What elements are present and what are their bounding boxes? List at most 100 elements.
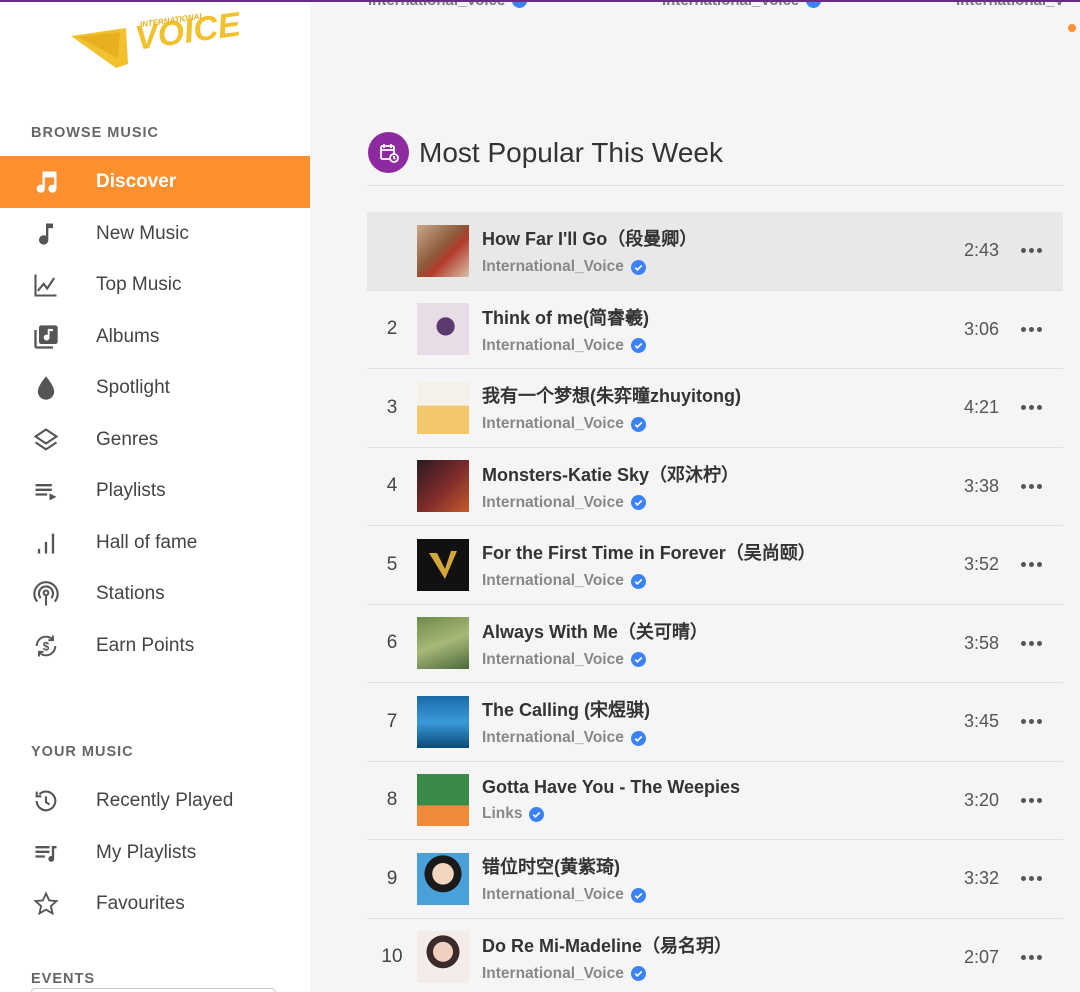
sidebar-item-genres[interactable]: Genres [0, 414, 310, 466]
sidebar-item-earn-points[interactable]: $ Earn Points [0, 620, 310, 672]
track-title[interactable]: The Calling (宋煜骐) [482, 696, 939, 722]
sidebar-item-label: Favourites [96, 893, 185, 914]
sidebar-item-albums[interactable]: Albums [0, 311, 310, 363]
sidebar-item-new-music[interactable]: New Music [0, 208, 310, 260]
more-icon [1020, 326, 1042, 332]
track-row[interactable]: 6 Always With Me（关可晴） International_Voic… [367, 605, 1063, 683]
more-options-button[interactable] [999, 876, 1063, 882]
more-options-button[interactable] [999, 248, 1063, 254]
more-icon [1020, 954, 1042, 960]
section-heading: Most Popular This Week [368, 132, 723, 173]
track-duration: 3:32 [963, 868, 999, 889]
track-row[interactable]: How Far I'll Go（段曼卿） International_Voice… [367, 212, 1063, 291]
track-row[interactable]: 7 The Calling (宋煜骐) International_Voice … [367, 683, 1063, 762]
track-artist[interactable]: International_Voice [482, 886, 624, 904]
track-artist[interactable]: International_Voice [482, 729, 624, 747]
track-title[interactable]: Do Re Mi-Madeline（易名玥） [482, 932, 939, 958]
track-cover [417, 224, 469, 277]
sidebar-item-label: New Music [96, 223, 189, 244]
playlist-icon [31, 476, 61, 506]
track-artist[interactable]: International_Voice [482, 337, 624, 355]
events-card[interactable] [31, 988, 276, 992]
track-artist[interactable]: International_Voice [482, 415, 624, 433]
more-options-button[interactable] [999, 640, 1063, 646]
more-options-button[interactable] [999, 797, 1063, 803]
album-library-icon [31, 322, 61, 352]
track-row[interactable]: 9 错位时空(黄紫琦) International_Voice 3:32 [367, 840, 1063, 919]
verified-icon [630, 966, 646, 982]
track-duration: 4:21 [963, 397, 999, 418]
track-cover [417, 852, 469, 905]
verified-icon [630, 573, 646, 589]
track-title[interactable]: For the First Time in Forever（吴尚颐） [482, 539, 939, 565]
sidebar-item-stations[interactable]: Stations [0, 568, 310, 620]
sidebar-item-recently-played[interactable]: Recently Played [0, 775, 310, 827]
track-duration: 3:45 [963, 711, 999, 732]
track-cover [417, 617, 469, 670]
track-artist[interactable]: Links [482, 805, 522, 823]
track-row[interactable]: 4 Monsters-Katie Sky（邓沐柠） International_… [367, 448, 1063, 526]
history-icon [31, 786, 61, 816]
more-options-button[interactable] [999, 405, 1063, 411]
verified-icon [529, 806, 545, 822]
track-cover [417, 774, 469, 827]
verified-icon [630, 730, 646, 746]
track-artist[interactable]: International_Voice [482, 651, 624, 669]
track-title[interactable]: 错位时空(黄紫琦) [482, 853, 939, 879]
international-voice-logo[interactable]: VOICE INTERNATIONAL [68, 5, 244, 72]
more-options-button[interactable] [999, 954, 1063, 960]
sidebar-item-label: My Playlists [96, 842, 197, 863]
verified-icon [630, 495, 646, 511]
track-number: 3 [386, 396, 398, 418]
track-row[interactable]: 10 Do Re Mi-Madeline（易名玥） International_… [367, 919, 1063, 992]
section-title: Most Popular This Week [419, 136, 723, 168]
sidebar-item-label: Recently Played [96, 790, 234, 811]
your-music-heading: YOUR MUSIC [31, 744, 134, 760]
sidebar-item-label: Stations [96, 583, 165, 604]
svg-text:$: $ [43, 641, 50, 654]
track-row[interactable]: 2 Think of me(简睿羲) International_Voice 3… [367, 291, 1063, 369]
track-duration: 3:52 [963, 554, 999, 575]
sidebar-item-discover[interactable]: Discover [0, 156, 310, 208]
track-title[interactable]: How Far I'll Go（段曼卿） [482, 225, 939, 251]
sidebar-item-playlists[interactable]: Playlists [0, 465, 310, 517]
sidebar-item-label: Albums [96, 326, 160, 347]
sidebar-item-hall-of-fame[interactable]: Hall of fame [0, 517, 310, 569]
verified-icon [630, 416, 646, 432]
verified-icon [630, 887, 646, 903]
track-number: 7 [386, 710, 398, 732]
music-notes-icon [31, 167, 61, 197]
track-artist[interactable]: International_Voice [482, 965, 624, 983]
track-title[interactable]: Think of me(简睿羲) [482, 304, 939, 330]
track-row[interactable]: 5 For the First Time in Forever（吴尚颐） Int… [367, 526, 1063, 605]
track-row[interactable]: 8 Gotta Have You - The Weepies Links 3:2… [367, 762, 1063, 840]
track-title[interactable]: Always With Me（关可晴） [482, 618, 939, 644]
drop-icon [31, 373, 61, 403]
more-options-button[interactable] [999, 562, 1063, 568]
more-options-button[interactable] [999, 483, 1063, 489]
sidebar-item-favourites[interactable]: Favourites [0, 878, 310, 930]
more-options-button[interactable] [999, 719, 1063, 725]
sidebar-item-label: Discover [96, 171, 177, 192]
track-duration: 3:06 [963, 318, 999, 339]
track-title[interactable]: Gotta Have You - The Weepies [482, 777, 939, 798]
browse-music-heading: BROWSE MUSIC [31, 125, 159, 141]
track-duration: 3:20 [963, 789, 999, 810]
sidebar-item-label: Hall of fame [96, 532, 198, 553]
sidebar-item-top-music[interactable]: Top Music [0, 259, 310, 311]
track-cover [417, 695, 469, 748]
track-artist[interactable]: International_Voice [482, 494, 624, 512]
sidebar-item-spotlight[interactable]: Spotlight [0, 362, 310, 414]
track-artist[interactable]: International_Voice [482, 258, 624, 276]
more-options-button[interactable] [999, 326, 1063, 332]
track-title[interactable]: Monsters-Katie Sky（邓沐柠） [482, 461, 939, 487]
track-row[interactable]: 3 我有一个梦想(朱弈曈zhuyitong) International_Voi… [367, 369, 1063, 448]
track-title[interactable]: 我有一个梦想(朱弈曈zhuyitong) [482, 382, 939, 408]
sidebar-item-my-playlists[interactable]: My Playlists [0, 827, 310, 879]
track-artist[interactable]: International_Voice [482, 572, 624, 590]
more-icon [1020, 640, 1042, 646]
notification-dot [1068, 24, 1076, 32]
radio-tower-icon [31, 579, 61, 609]
track-duration: 2:07 [963, 946, 999, 967]
track-duration: 3:38 [963, 475, 999, 496]
